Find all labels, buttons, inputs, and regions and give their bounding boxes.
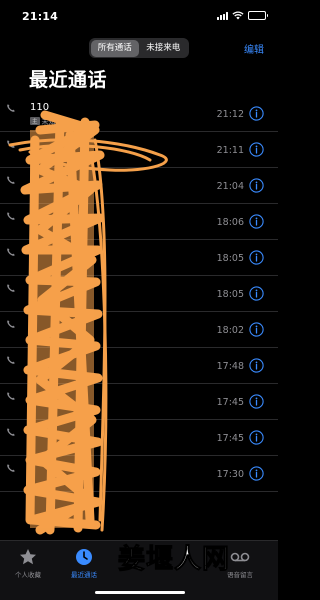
outgoing-call-icon	[7, 248, 15, 256]
wifi-icon	[232, 11, 244, 20]
outgoing-call-icon	[7, 284, 15, 292]
status-bar: 21:14	[0, 0, 278, 36]
info-icon[interactable]	[249, 178, 264, 193]
tab-recents[interactable]: 最近通话	[56, 547, 112, 579]
status-icons	[217, 11, 268, 20]
call-time: 18:05	[216, 253, 244, 264]
call-time: 17:45	[216, 433, 244, 444]
outgoing-call-icon	[7, 464, 15, 472]
call-time: 18:05	[216, 289, 244, 300]
call-time: 21:11	[216, 145, 244, 156]
cellular-signal-icon	[217, 11, 228, 20]
recent-calls-list: 110 主未知 21:12 21:11 21:04 18:06 18:05 18:05 18:0…	[0, 96, 278, 492]
call-row[interactable]: 18:05	[0, 240, 278, 276]
call-time: 17:45	[216, 397, 244, 408]
outgoing-call-icon	[7, 428, 15, 436]
tab-label-recents: 最近通话	[71, 571, 97, 579]
outgoing-call-icon	[7, 392, 15, 400]
call-row[interactable]: 17:48	[0, 348, 278, 384]
home-indicator[interactable]	[95, 591, 185, 594]
info-icon[interactable]	[249, 358, 264, 373]
status-time: 21:14	[22, 10, 59, 23]
outgoing-call-icon	[7, 356, 15, 364]
watermark-text: 姜堰人网	[118, 543, 230, 575]
info-icon[interactable]	[249, 322, 264, 337]
call-row[interactable]: 18:02	[0, 312, 278, 348]
info-icon[interactable]	[249, 430, 264, 445]
battery-icon	[248, 11, 268, 20]
tab-label-favorites: 个人收藏	[15, 571, 41, 579]
call-subtitle-text: 未知	[41, 118, 56, 126]
call-time: 21:12	[216, 109, 244, 120]
watermark-logo: 姜堰人网	[116, 540, 276, 576]
edit-button[interactable]: 编辑	[244, 41, 264, 56]
info-icon[interactable]	[249, 466, 264, 481]
info-icon[interactable]	[249, 394, 264, 409]
segment-missed-calls[interactable]: 未接来电	[139, 40, 188, 57]
outgoing-call-icon	[7, 176, 15, 184]
info-icon[interactable]	[249, 250, 264, 265]
sim-badge: 主	[30, 117, 40, 125]
call-time: 21:04	[216, 181, 244, 192]
call-row[interactable]: 21:11	[0, 132, 278, 168]
call-time: 18:02	[216, 325, 244, 336]
call-name: 110	[30, 102, 50, 113]
call-row[interactable]: 17:45	[0, 384, 278, 420]
call-row[interactable]: 21:04	[0, 168, 278, 204]
info-icon[interactable]	[249, 106, 264, 121]
call-row[interactable]: 17:45	[0, 420, 278, 456]
page-title: 最近通话	[29, 69, 108, 91]
call-row[interactable]: 17:30	[0, 456, 278, 492]
info-icon[interactable]	[249, 142, 264, 157]
outgoing-call-icon	[7, 320, 15, 328]
tab-favorites[interactable]: 个人收藏	[0, 547, 56, 579]
call-row[interactable]: 110 主未知 21:12	[0, 96, 278, 132]
call-row[interactable]: 18:05	[0, 276, 278, 312]
star-icon	[20, 549, 36, 565]
info-icon[interactable]	[249, 214, 264, 229]
clock-icon	[76, 549, 92, 565]
call-time: 17:30	[216, 469, 244, 480]
call-subtitle: 主未知	[30, 117, 56, 127]
outgoing-call-icon	[7, 212, 15, 220]
call-time: 18:06	[216, 217, 244, 228]
segment-all-calls[interactable]: 所有通话	[90, 39, 139, 57]
call-filter-segmented-control[interactable]: 所有通话 未接来电	[89, 38, 189, 58]
info-icon[interactable]	[249, 286, 264, 301]
outgoing-call-icon	[7, 140, 15, 148]
call-time: 17:48	[216, 361, 244, 372]
outgoing-call-icon	[7, 104, 15, 112]
call-row[interactable]: 18:06	[0, 204, 278, 240]
watermark-graphic: 姜堰人网	[118, 543, 230, 576]
